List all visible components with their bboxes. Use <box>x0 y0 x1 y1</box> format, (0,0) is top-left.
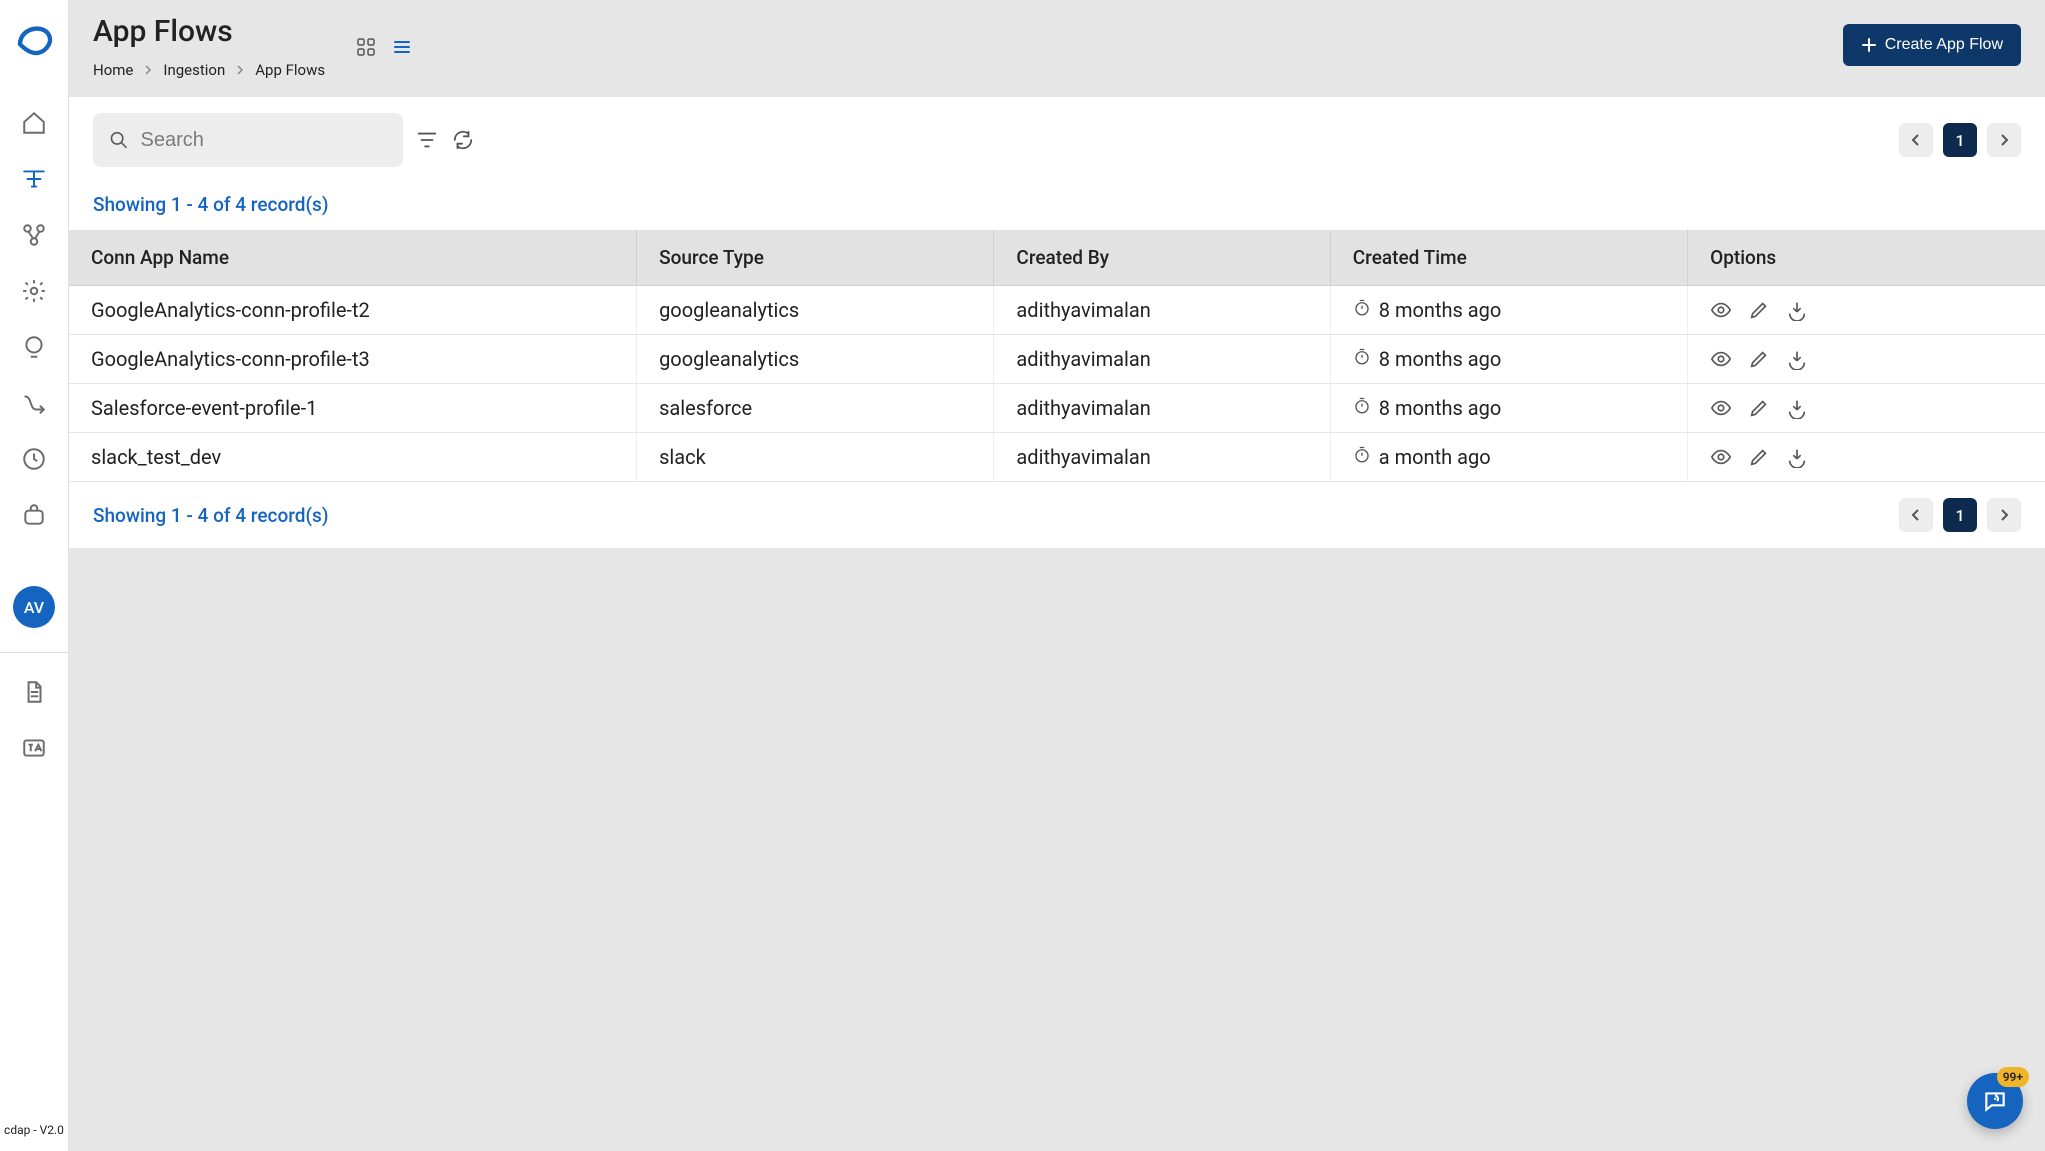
pager-next-button[interactable] <box>1987 498 2021 532</box>
download-icon[interactable] <box>1786 446 1808 468</box>
th-options: Options <box>1688 230 2045 286</box>
footer-bar: Showing 1 - 4 of 4 record(s) 1 <box>69 482 2045 548</box>
nav-alerts-icon[interactable] <box>19 332 49 362</box>
search-input[interactable] <box>141 129 388 152</box>
search-icon <box>109 129 129 151</box>
records-count-top: Showing 1 - 4 of 4 record(s) <box>69 183 2045 230</box>
refresh-icon[interactable] <box>451 128 475 152</box>
cell-options <box>1688 335 2045 384</box>
cell-createdtime: 8 months ago <box>1330 286 1687 335</box>
grid-view-button[interactable] <box>355 36 377 58</box>
nav-settings-icon[interactable] <box>19 276 49 306</box>
nav-workflow-icon[interactable] <box>19 220 49 250</box>
breadcrumb-current: App Flows <box>255 61 325 79</box>
cell-createdby: adithyavimalan <box>994 286 1330 335</box>
nav-group-lower <box>19 677 49 763</box>
download-icon[interactable] <box>1786 397 1808 419</box>
table-row: Salesforce-event-profile-1salesforceadit… <box>69 384 2045 433</box>
chat-fab[interactable]: 99+ <box>1967 1073 2023 1129</box>
cell-name[interactable]: Salesforce-event-profile-1 <box>69 384 637 433</box>
nav-home-icon[interactable] <box>19 108 49 138</box>
chat-badge: 99+ <box>1997 1067 2029 1087</box>
nav-routes-icon[interactable] <box>19 388 49 418</box>
breadcrumb: Home Ingestion App Flows <box>93 61 325 79</box>
timer-icon <box>1353 298 1371 322</box>
edit-icon[interactable] <box>1748 446 1770 468</box>
avatar[interactable]: AV <box>13 586 55 628</box>
records-count-bottom: Showing 1 - 4 of 4 record(s) <box>93 504 328 527</box>
breadcrumb-home[interactable]: Home <box>93 61 133 79</box>
edit-icon[interactable] <box>1748 299 1770 321</box>
page-title: App Flows <box>93 14 325 49</box>
chevron-right-icon <box>235 61 245 79</box>
cell-options <box>1688 384 2045 433</box>
cell-createdtime: 8 months ago <box>1330 335 1687 384</box>
th-source[interactable]: Source Type <box>637 230 994 286</box>
edit-icon[interactable] <box>1748 397 1770 419</box>
cell-createdby: adithyavimalan <box>994 384 1330 433</box>
table-row: GoogleAnalytics-conn-profile-t3googleana… <box>69 335 2045 384</box>
th-createdby[interactable]: Created By <box>994 230 1330 286</box>
sidebar-bottom: cdap - V2.0 <box>0 1123 68 1137</box>
th-name[interactable]: Conn App Name <box>69 230 637 286</box>
view-icon[interactable] <box>1710 446 1732 468</box>
pager-bottom: 1 <box>1899 498 2021 532</box>
cell-createdtime: a month ago <box>1330 433 1687 482</box>
breadcrumb-ingestion[interactable]: Ingestion <box>163 61 225 79</box>
cell-source: salesforce <box>637 384 994 433</box>
nav-clock-icon[interactable] <box>19 444 49 474</box>
download-icon[interactable] <box>1786 299 1808 321</box>
cell-createdtime: 8 months ago <box>1330 384 1687 433</box>
pager-prev-button[interactable] <box>1899 123 1933 157</box>
download-icon[interactable] <box>1786 348 1808 370</box>
pager-current-page[interactable]: 1 <box>1943 498 1977 532</box>
cell-createdby: adithyavimalan <box>994 433 1330 482</box>
edit-icon[interactable] <box>1748 348 1770 370</box>
data-table: Conn App Name Source Type Created By Cre… <box>69 230 2045 482</box>
cell-name[interactable]: GoogleAnalytics-conn-profile-t2 <box>69 286 637 335</box>
header: App Flows Home Ingestion App Flows <box>69 0 2045 97</box>
timer-icon <box>1353 347 1371 371</box>
cell-source: googleanalytics <box>637 286 994 335</box>
logo <box>13 18 55 60</box>
th-createdtime[interactable]: Created Time <box>1330 230 1687 286</box>
filter-icon[interactable] <box>415 128 439 152</box>
version-label: cdap - V2.0 <box>4 1123 64 1137</box>
view-icon[interactable] <box>1710 348 1732 370</box>
nav-translate-icon[interactable] <box>19 733 49 763</box>
nav-group: AV <box>13 108 55 628</box>
create-button-label: Create App Flow <box>1885 36 2003 54</box>
cell-source: googleanalytics <box>637 335 994 384</box>
cell-options <box>1688 286 2045 335</box>
nav-bag-icon[interactable] <box>19 500 49 530</box>
nav-file-icon[interactable] <box>19 677 49 707</box>
view-icon[interactable] <box>1710 299 1732 321</box>
sidebar: AV cdap - V2.0 <box>0 0 69 1151</box>
search-wrap <box>93 113 403 167</box>
pager-prev-button[interactable] <box>1899 498 1933 532</box>
content-card: 1 Showing 1 - 4 of 4 record(s) Conn App … <box>69 97 2045 548</box>
view-toggle <box>355 36 413 58</box>
cell-name[interactable]: GoogleAnalytics-conn-profile-t3 <box>69 335 637 384</box>
toolbar: 1 <box>69 97 2045 183</box>
view-icon[interactable] <box>1710 397 1732 419</box>
pager-top: 1 <box>1899 123 2021 157</box>
nav-pipeline-icon[interactable] <box>19 164 49 194</box>
table-row: slack_test_devslackadithyavimalana month… <box>69 433 2045 482</box>
chevron-right-icon <box>143 61 153 79</box>
pager-current-page[interactable]: 1 <box>1943 123 1977 157</box>
pager-next-button[interactable] <box>1987 123 2021 157</box>
timer-icon <box>1353 396 1371 420</box>
table-header: Conn App Name Source Type Created By Cre… <box>69 230 2045 286</box>
timer-icon <box>1353 445 1371 469</box>
create-app-flow-button[interactable]: Create App Flow <box>1843 24 2021 66</box>
main: App Flows Home Ingestion App Flows <box>69 0 2045 1151</box>
cell-createdby: adithyavimalan <box>994 335 1330 384</box>
table-row: GoogleAnalytics-conn-profile-t2googleana… <box>69 286 2045 335</box>
list-view-button[interactable] <box>391 36 413 58</box>
sidebar-divider <box>0 652 68 653</box>
cell-options <box>1688 433 2045 482</box>
cell-source: slack <box>637 433 994 482</box>
cell-name[interactable]: slack_test_dev <box>69 433 637 482</box>
